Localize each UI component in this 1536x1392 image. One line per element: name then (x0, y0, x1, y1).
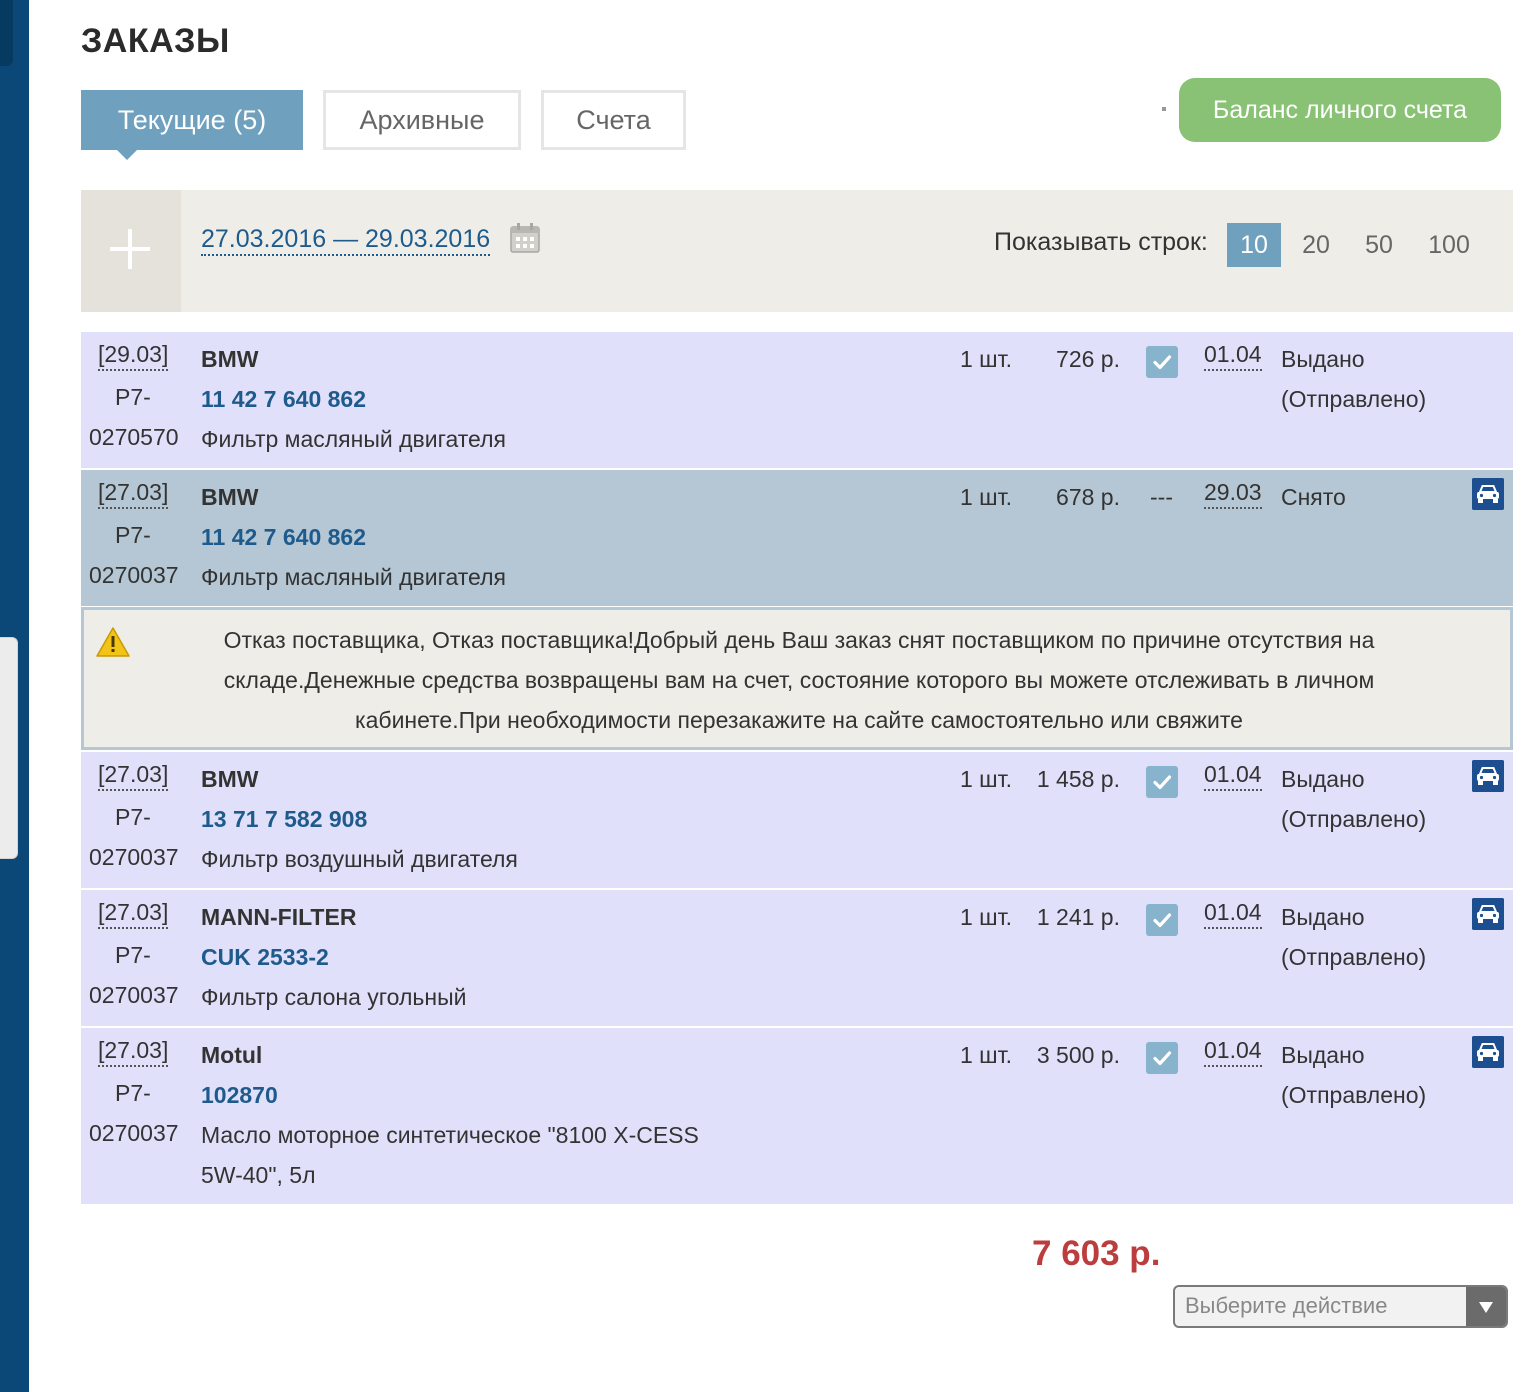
delivery-date[interactable]: 01.04 (1204, 1035, 1262, 1067)
warning-icon (96, 627, 130, 657)
part-description: Фильтр салона угольный (201, 984, 467, 1010)
notice-text: Отказ поставщика, Отказ поставщика!Добры… (223, 627, 1375, 733)
separator-dot (1162, 107, 1166, 111)
order-row-cancelled: [27.03] Р7- 0270037 BMW 11 42 7 640 862 … (81, 470, 1513, 606)
order-id-number: 0270037 (89, 1120, 179, 1146)
order-total: 7 603 р. (1032, 1234, 1161, 1273)
price: 3 500 р. (1036, 1042, 1120, 1068)
order-date[interactable]: [29.03] (98, 339, 169, 371)
part-number-link[interactable]: 102870 (201, 1075, 278, 1115)
order-date[interactable]: [27.03] (98, 477, 169, 509)
quantity: 1 шт. (960, 766, 1013, 792)
confirmed-check-icon (1146, 904, 1178, 936)
delivery-date[interactable]: 01.04 (1204, 339, 1262, 371)
balance-button[interactable]: Баланс личного счета (1179, 78, 1501, 142)
part-description: Фильтр воздушный двигателя (201, 846, 518, 872)
price: 1 458 р. (1036, 766, 1120, 792)
add-order-button[interactable] (81, 190, 181, 312)
sidebar-notch (0, 0, 13, 66)
order-date[interactable]: [27.03] (98, 897, 169, 929)
date-range-link[interactable]: 27.03.2016 — 29.03.2016 (201, 224, 491, 256)
quantity: 1 шт. (960, 346, 1013, 372)
calendar-icon[interactable] (509, 222, 541, 254)
order-status-note: (Отправлено) (1281, 944, 1427, 970)
order-status-note: (Отправлено) (1281, 806, 1427, 832)
brand: MANN-FILTER (201, 904, 357, 930)
delivery-date[interactable]: 01.04 (1204, 897, 1262, 929)
order-status: Выдано (1281, 346, 1365, 372)
confirmed-check-icon (1146, 1042, 1178, 1074)
rows-option-10[interactable]: 10 (1227, 223, 1281, 267)
order-status: Выдано (1281, 766, 1365, 792)
price: 726 р. (1056, 346, 1120, 372)
supplier-refusal-notice: Отказ поставщика, Отказ поставщика!Добры… (81, 607, 1513, 750)
order-id-number: 0270570 (89, 424, 179, 450)
quantity: 1 шт. (960, 1042, 1013, 1068)
tab-archive[interactable]: Архивные (323, 90, 521, 150)
car-icon[interactable] (1472, 478, 1504, 510)
delivery-date[interactable]: 29.03 (1204, 477, 1262, 509)
confirmed-check-icon (1146, 766, 1178, 798)
part-description: Фильтр масляный двигателя (201, 564, 506, 590)
part-number-link[interactable]: 11 42 7 640 862 (201, 517, 366, 557)
order-date[interactable]: [27.03] (98, 759, 169, 791)
order-row: [29.03] Р7- 0270570 BMW 11 42 7 640 862 … (81, 332, 1513, 468)
car-icon[interactable] (1472, 1036, 1504, 1068)
price: 678 р. (1056, 484, 1120, 510)
quantity: 1 шт. (960, 904, 1013, 930)
tab-invoices[interactable]: Счета (541, 90, 686, 150)
filter-bar: 27.03.2016 — 29.03.2016 Показывать строк… (81, 190, 1513, 312)
confirmed-placeholder: --- (1150, 484, 1173, 510)
brand: BMW (201, 346, 259, 372)
order-status: Выдано (1281, 1042, 1365, 1068)
car-icon[interactable] (1472, 898, 1504, 930)
page-title: ЗАКАЗЫ (81, 22, 230, 60)
order-id-prefix: Р7- (115, 384, 151, 410)
order-status: Выдано (1281, 904, 1365, 930)
action-select[interactable]: Выберите действие (1173, 1285, 1508, 1328)
order-row: [27.03] Р7- 0270037 MANN-FILTER CUK 2533… (81, 890, 1513, 1026)
order-id-prefix: Р7- (115, 522, 151, 548)
rows-per-page-label: Показывать строк: (994, 228, 1208, 256)
order-id-number: 0270037 (89, 844, 179, 870)
price: 1 241 р. (1036, 904, 1120, 930)
order-status: Снято (1281, 484, 1346, 510)
rows-option-100[interactable]: 100 (1417, 223, 1481, 267)
quantity: 1 шт. (960, 484, 1013, 510)
order-id-prefix: Р7- (115, 804, 151, 830)
part-description: Масло моторное синтетическое "8100 X-CES… (201, 1122, 699, 1188)
rows-option-50[interactable]: 50 (1354, 223, 1404, 267)
tab-current[interactable]: Текущие (5) (81, 90, 303, 160)
chevron-down-icon (1479, 1302, 1493, 1313)
plus-icon-vertical (128, 229, 132, 269)
order-status-note: (Отправлено) (1281, 386, 1427, 412)
side-panel-handle[interactable] (0, 637, 18, 859)
part-number-link[interactable]: CUK 2533-2 (201, 937, 329, 977)
action-select-placeholder: Выберите действие (1185, 1293, 1388, 1318)
order-row: [27.03] Р7- 0270037 Motul 102870 Масло м… (81, 1028, 1513, 1204)
brand: Motul (201, 1042, 263, 1068)
brand: BMW (201, 766, 259, 792)
order-date[interactable]: [27.03] (98, 1035, 169, 1067)
brand: BMW (201, 484, 259, 510)
part-number-link[interactable]: 13 71 7 582 908 (201, 799, 367, 839)
rows-option-20[interactable]: 20 (1291, 223, 1341, 267)
order-status-note: (Отправлено) (1281, 1082, 1427, 1108)
order-id-number: 0270037 (89, 562, 179, 588)
part-number-link[interactable]: 11 42 7 640 862 (201, 379, 366, 419)
order-row: [27.03] Р7- 0270037 BMW 13 71 7 582 908 … (81, 752, 1513, 888)
order-id-prefix: Р7- (115, 942, 151, 968)
order-id-number: 0270037 (89, 982, 179, 1008)
delivery-date[interactable]: 01.04 (1204, 759, 1262, 791)
car-icon[interactable] (1472, 760, 1504, 792)
order-id-prefix: Р7- (115, 1080, 151, 1106)
confirmed-check-icon (1146, 346, 1178, 378)
dropdown-arrow-button[interactable] (1466, 1287, 1506, 1326)
part-description: Фильтр масляный двигателя (201, 426, 506, 452)
